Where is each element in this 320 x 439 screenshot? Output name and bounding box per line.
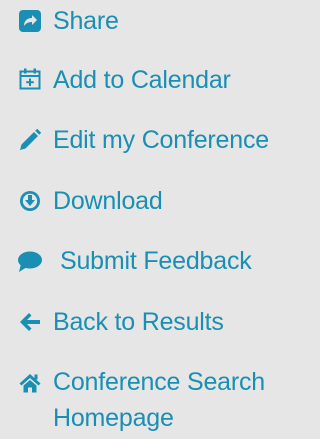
share-link[interactable]: Share [0,3,300,39]
download-link[interactable]: Download [0,183,300,219]
action-menu: Share Add to Calendar Edit my Conference [0,0,300,439]
arrow-left-icon [19,311,41,333]
conference-search-homepage-label: Conference Search Homepage [53,368,266,432]
conference-search-homepage-link[interactable]: Conference Search Homepage [0,364,300,436]
download-icon [19,190,41,212]
share-icon [19,10,41,32]
pencil-icon [19,129,41,151]
add-to-calendar-label: Add to Calendar [53,66,231,94]
edit-conference-label: Edit my Conference [53,126,269,154]
download-label: Download [53,187,163,215]
submit-feedback-link[interactable]: Submit Feedback [0,243,300,279]
speech-bubble-icon [17,251,43,273]
calendar-add-icon [19,68,41,90]
home-icon [19,372,41,394]
edit-conference-link[interactable]: Edit my Conference [0,122,300,158]
back-to-results-link[interactable]: Back to Results [0,304,300,340]
back-to-results-label: Back to Results [53,308,224,336]
share-label: Share [53,7,119,35]
submit-feedback-label: Submit Feedback [60,247,252,275]
add-to-calendar-link[interactable]: Add to Calendar [0,62,300,98]
